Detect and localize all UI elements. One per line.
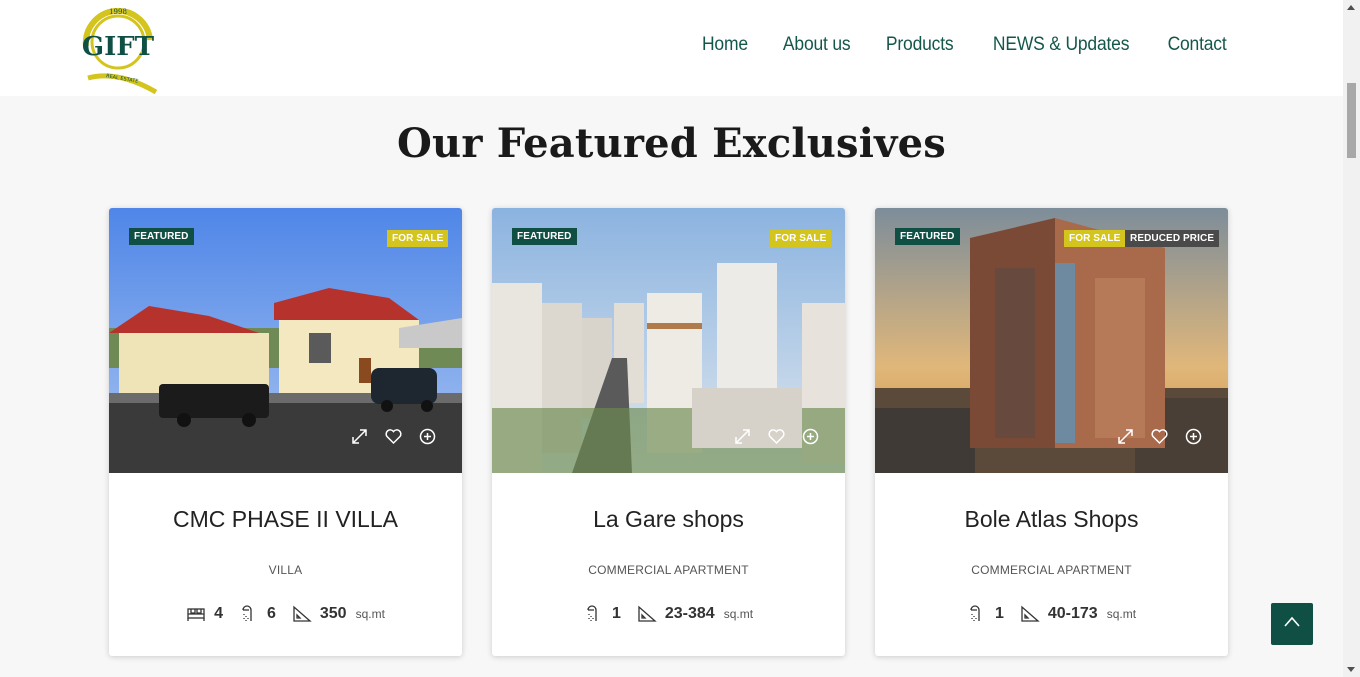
svg-text:REAL ESTATE: REAL ESTATE bbox=[106, 73, 139, 85]
for-sale-badge: FOR SALE bbox=[1064, 230, 1126, 247]
property-card[interactable]: FEATURED FOR SALE CMC PHASE II VILLA VIL… bbox=[109, 208, 462, 656]
page-scrollbar[interactable] bbox=[1343, 0, 1360, 677]
beds-count: 4 bbox=[214, 605, 223, 622]
featured-badge: FEATURED bbox=[512, 228, 577, 245]
property-meta: 1 23-384 sq.mt bbox=[492, 605, 845, 623]
section-title: Our Featured Exclusives bbox=[397, 120, 946, 167]
scroll-down-arrow[interactable] bbox=[1347, 667, 1355, 672]
nav-contact[interactable]: Contact bbox=[1167, 34, 1226, 56]
scroll-up-arrow[interactable] bbox=[1347, 5, 1355, 10]
for-sale-badge: FOR SALE bbox=[770, 230, 832, 247]
shower-icon bbox=[584, 605, 604, 623]
nav-news-updates[interactable]: NEWS & Updates bbox=[993, 34, 1130, 56]
featured-badge: FEATURED bbox=[895, 228, 960, 245]
nav-products[interactable]: Products bbox=[886, 34, 954, 56]
plus-circle-icon[interactable] bbox=[1185, 428, 1202, 445]
expand-icon[interactable] bbox=[734, 428, 751, 445]
baths-count: 6 bbox=[266, 605, 276, 622]
property-type: COMMERCIAL APARTMENT bbox=[588, 563, 749, 577]
property-type: VILLA bbox=[268, 563, 303, 577]
shower-icon bbox=[239, 605, 259, 623]
area-unit: sq.mt bbox=[1106, 607, 1137, 621]
image-actions bbox=[734, 428, 819, 445]
plus-circle-icon[interactable] bbox=[802, 428, 819, 445]
property-title[interactable]: Bole Atlas Shops bbox=[875, 506, 1228, 533]
ruler-triangle-icon bbox=[637, 605, 657, 623]
gift-real-estate-logo[interactable]: 1998 GIFT REAL ESTATE bbox=[78, 0, 160, 95]
featured-badge: FEATURED bbox=[129, 228, 194, 245]
baths-count: 1 bbox=[994, 605, 1004, 622]
scrollbar-thumb[interactable] bbox=[1347, 83, 1356, 158]
shower-icon bbox=[967, 605, 987, 623]
property-type: COMMERCIAL APARTMENT bbox=[971, 563, 1132, 577]
property-title[interactable]: La Gare shops bbox=[492, 506, 845, 533]
expand-icon[interactable] bbox=[1117, 428, 1134, 445]
ruler-triangle-icon bbox=[1020, 605, 1040, 623]
property-card[interactable]: FEATURED FOR SALE REDUCED PRICE Bole Atl… bbox=[875, 208, 1228, 656]
reduced-price-badge: REDUCED PRICE bbox=[1125, 230, 1220, 247]
svg-text:1998: 1998 bbox=[109, 8, 127, 16]
property-card[interactable]: FEATURED FOR SALE La Gare shops COMMERCI… bbox=[492, 208, 845, 656]
area-unit: sq.mt bbox=[723, 607, 754, 621]
area-unit: sq.mt bbox=[355, 607, 385, 621]
area-value: 350 bbox=[319, 605, 347, 622]
nav-home[interactable]: Home bbox=[702, 34, 748, 56]
baths-count: 1 bbox=[611, 605, 621, 622]
area-value: 23-384 bbox=[664, 605, 715, 622]
chevron-up-icon bbox=[1283, 615, 1301, 633]
svg-text:GIFT: GIFT bbox=[82, 32, 155, 62]
image-actions bbox=[351, 428, 436, 445]
for-sale-badge: FOR SALE bbox=[387, 230, 449, 247]
property-meta: 1 40-173 sq.mt bbox=[875, 605, 1228, 623]
back-to-top-button[interactable] bbox=[1271, 603, 1313, 645]
nav-about-us[interactable]: About us bbox=[783, 34, 851, 56]
ruler-triangle-icon bbox=[292, 605, 312, 623]
heart-icon[interactable] bbox=[1151, 428, 1168, 445]
heart-icon[interactable] bbox=[385, 428, 402, 445]
area-value: 40-173 bbox=[1047, 605, 1098, 622]
bed-icon bbox=[186, 605, 206, 623]
image-actions bbox=[1117, 428, 1202, 445]
site-header: 1998 GIFT REAL ESTATE Home About us Prod… bbox=[0, 0, 1343, 96]
heart-icon[interactable] bbox=[768, 428, 785, 445]
property-meta: 4 6 350 sq.mt bbox=[109, 605, 462, 623]
property-title[interactable]: CMC PHASE II VILLA bbox=[109, 506, 462, 533]
expand-icon[interactable] bbox=[351, 428, 368, 445]
main-nav: Home About us Products NEWS & Updates Co… bbox=[700, 34, 1229, 56]
plus-circle-icon[interactable] bbox=[419, 428, 436, 445]
